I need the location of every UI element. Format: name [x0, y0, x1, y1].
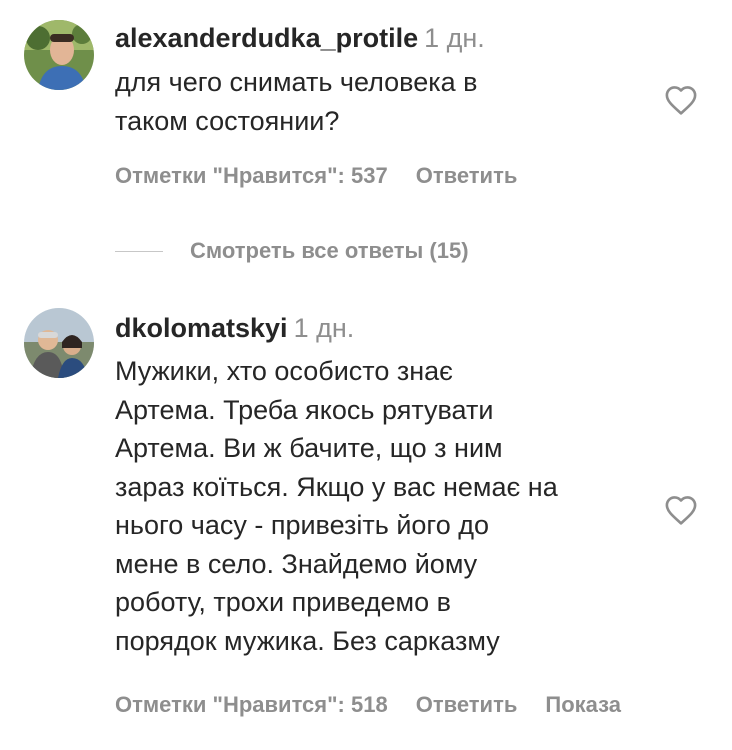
avatar-photo-icon	[24, 308, 94, 378]
avatar-photo-icon	[24, 20, 94, 90]
username[interactable]: dkolomatskyi	[115, 313, 288, 343]
likes-count[interactable]: Отметки "Нравится": 537	[115, 163, 388, 188]
heart-outline-icon[interactable]	[663, 494, 699, 526]
comment-text: для чего снимать человека в таком состоя…	[115, 67, 478, 136]
comment-actions: Отметки "Нравится": 518 Ответить Показа	[115, 691, 732, 719]
show-more-button[interactable]: Показа	[545, 692, 621, 717]
comment-header: dkolomatskyi 1 дн.	[115, 312, 354, 344]
reply-button[interactable]: Ответить	[416, 692, 518, 717]
timestamp[interactable]: 1 дн.	[424, 23, 485, 53]
username[interactable]: alexanderdudka_protile	[115, 23, 418, 53]
reply-button[interactable]: Ответить	[416, 163, 518, 188]
likes-count[interactable]: Отметки "Нравится": 518	[115, 692, 388, 717]
comment-text: Мужики, хто особисто знає Артема. Треба …	[115, 356, 558, 656]
replies-divider	[115, 250, 163, 252]
comment-header: alexanderdudka_protile 1 дн.	[115, 22, 485, 54]
timestamp[interactable]: 1 дн.	[294, 313, 355, 343]
avatar[interactable]	[24, 20, 94, 90]
view-replies[interactable]: Смотреть все ответы (15)	[115, 236, 469, 266]
heart-outline-icon[interactable]	[663, 84, 699, 116]
comment-actions: Отметки "Нравится": 537 Ответить	[115, 162, 517, 190]
avatar[interactable]	[24, 308, 94, 378]
view-replies-button[interactable]: Смотреть все ответы (15)	[190, 238, 469, 263]
